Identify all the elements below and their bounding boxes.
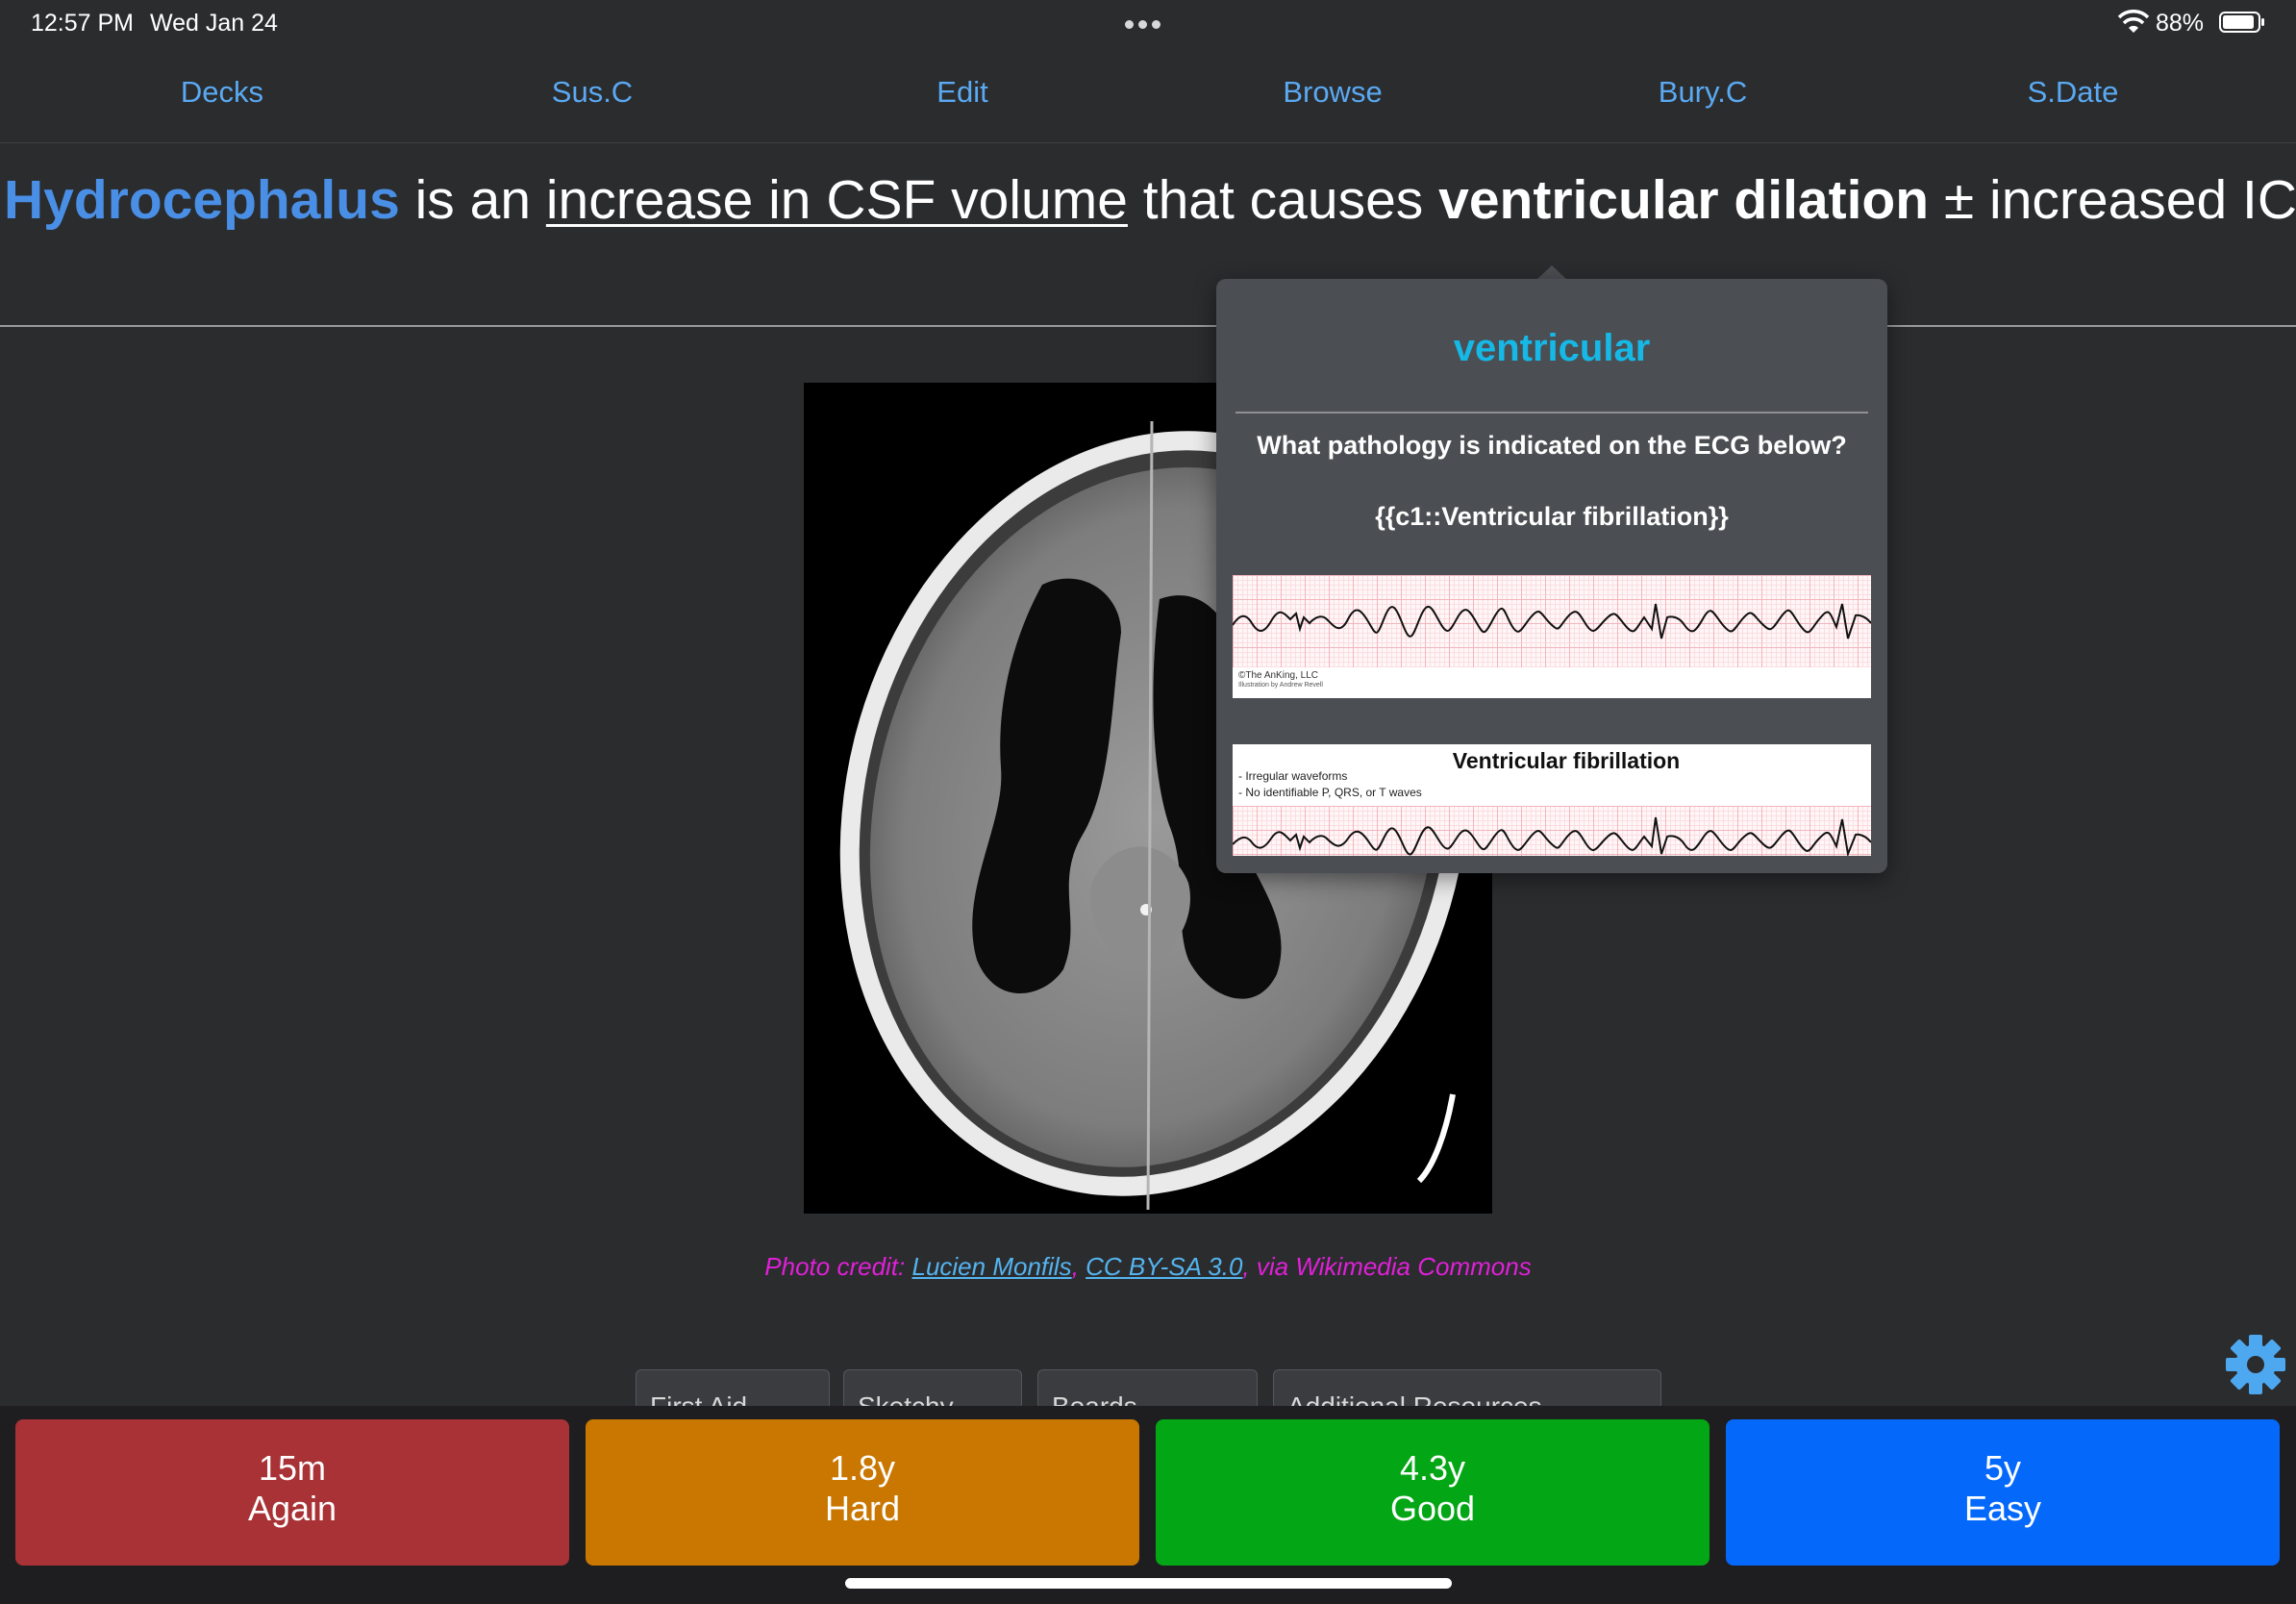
hard-label: Hard	[824, 1489, 901, 1528]
ecg-caption: ©The AnKing, LLC Illustration by Andrew …	[1233, 667, 1871, 698]
toolbar-browse-button[interactable]: Browse	[1217, 75, 1448, 110]
popup-divider	[1235, 412, 1868, 414]
toolbar-decks-button[interactable]: Decks	[107, 75, 337, 110]
review-toolbar: Decks Sus.C Edit Browse Bury.C S.Date	[0, 56, 2296, 143]
more-dots-icon[interactable]	[1125, 16, 1169, 29]
status-date: Wed Jan 24	[150, 10, 278, 37]
divider	[0, 325, 2296, 327]
status-time: 12:57 PM	[31, 10, 135, 37]
status-bar: 12:57 PM Wed Jan 24 88%	[0, 0, 2296, 46]
popup-question: What pathology is indicated on the ECG b…	[1257, 431, 1847, 460]
photo-credit: Photo credit: Lucien Monfils, CC BY-SA 3…	[764, 1252, 1532, 1281]
battery-percent: 88%	[2156, 10, 2205, 37]
question-text: that causes	[1127, 169, 1439, 231]
home-indicator[interactable]	[845, 1578, 1452, 1589]
answer-bar: 15m Again 1.8y Hard 4.3y Good 5y Easy	[0, 1406, 2296, 1604]
ecg-reference-header: Ventricular fibrillation - Irregular wav…	[1233, 744, 1871, 806]
author-link[interactable]: Lucien Monfils	[911, 1252, 1071, 1281]
good-button[interactable]: 4.3y Good	[1156, 1419, 1710, 1566]
again-button[interactable]: 15m Again	[15, 1419, 569, 1566]
toolbar-edit-button[interactable]: Edit	[847, 75, 1078, 110]
hard-button[interactable]: 1.8y Hard	[586, 1419, 1139, 1566]
term-popup[interactable]: ventricular What pathology is indicated …	[1216, 279, 1887, 873]
again-label: Again	[247, 1489, 337, 1528]
wifi-icon	[2117, 10, 2150, 33]
easy-label: Easy	[1963, 1489, 2042, 1528]
popup-cloze: {{c1::Ventricular fibrillation}}	[1375, 502, 1729, 531]
tab-boards[interactable]: Boards	[1037, 1369, 1258, 1410]
good-label: Good	[1389, 1489, 1476, 1528]
again-interval: 15m	[258, 1448, 327, 1488]
good-interval: 4.3y	[1399, 1448, 1466, 1488]
underlined-phrase: increase in CSF volume	[545, 169, 1128, 231]
easy-button[interactable]: 5y Easy	[1726, 1419, 2280, 1566]
popup-arrow	[1536, 265, 1567, 280]
hard-interval: 1.8y	[829, 1448, 896, 1488]
ecg-reference-bullet: - Irregular waveforms	[1238, 769, 1348, 783]
ecg-reference-bullet: - No identifiable P, QRS, or T waves	[1238, 786, 1422, 799]
license-link[interactable]: CC BY-SA 3.0	[1086, 1252, 1242, 1281]
ecg-image	[1233, 575, 1871, 667]
popup-title: ventricular	[1453, 327, 1651, 369]
toolbar-bury-card-button[interactable]: Bury.C	[1587, 75, 1818, 110]
gear-icon[interactable]	[2224, 1333, 2287, 1396]
toolbar-set-date-button[interactable]: S.Date	[1958, 75, 2188, 110]
question-text: is an	[399, 169, 546, 231]
battery-icon	[2219, 12, 2264, 33]
toolbar-suspend-card-button[interactable]: Sus.C	[477, 75, 708, 110]
term-hydrocephalus[interactable]: Hydrocephalus	[4, 169, 400, 231]
tab-first-aid[interactable]: First Aid	[636, 1369, 830, 1410]
card-question: Hydrocephalus is an increase in CSF volu…	[4, 169, 2296, 231]
question-text: ± increased ICP	[1929, 169, 2296, 231]
easy-interval: 5y	[1984, 1448, 2022, 1488]
ecg-reference-image	[1233, 806, 1871, 856]
tab-sketchy[interactable]: Sketchy	[843, 1369, 1022, 1410]
term-ventricular-dilation[interactable]: ventricular dilation	[1438, 169, 1929, 231]
tab-additional-resources[interactable]: Additional Resources	[1273, 1369, 1661, 1410]
